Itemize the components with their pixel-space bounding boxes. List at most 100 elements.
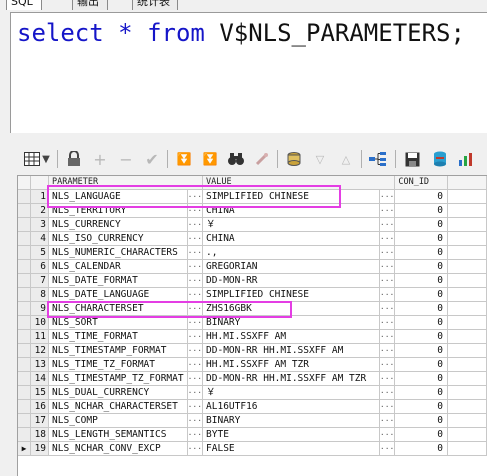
cell-editor-button[interactable]: ···: [187, 357, 204, 372]
cell-parameter[interactable]: NLS_TIMESTAMP_FORMAT: [48, 343, 188, 358]
cell-parameter[interactable]: NLS_CURRENCY: [48, 217, 188, 232]
table-row[interactable]: 12 NLS_TIMESTAMP_FORMAT ··· DD-MON-RR HH.MI…: [18, 343, 487, 358]
cell-editor-button[interactable]: ···: [187, 343, 204, 358]
tree-view-icon[interactable]: [369, 150, 387, 168]
row-indicator[interactable]: [18, 413, 32, 428]
cell-value[interactable]: FALSE: [202, 441, 380, 456]
cell-con-id[interactable]: 0: [394, 357, 449, 372]
row-indicator[interactable]: [18, 259, 32, 274]
table-row[interactable]: 11 NLS_TIME_FORMAT ··· HH.MI.SSXFF AM ··· 0: [18, 329, 487, 344]
cell-con-id[interactable]: 0: [394, 231, 449, 246]
cell-value[interactable]: CHINA: [202, 231, 380, 246]
table-row[interactable]: 16 NLS_NCHAR_CHARACTERSET ··· AL16UTF16 ··· 0: [18, 399, 487, 414]
cell-con-id[interactable]: 0: [394, 287, 449, 302]
cell-parameter[interactable]: NLS_DATE_FORMAT: [48, 273, 188, 288]
cell-editor-button[interactable]: ···: [187, 273, 204, 288]
cell-editor-button[interactable]: ···: [187, 231, 204, 246]
cell-editor-button[interactable]: ···: [379, 217, 396, 232]
delete-record-icon[interactable]: −: [117, 150, 135, 169]
query-by-example-icon[interactable]: [285, 150, 303, 168]
cell-con-id[interactable]: 0: [394, 203, 449, 218]
cell-editor-button[interactable]: ···: [379, 189, 396, 204]
lock-icon[interactable]: [65, 150, 83, 168]
cell-parameter[interactable]: NLS_LENGTH_SEMANTICS: [48, 427, 188, 442]
cell-con-id[interactable]: 0: [394, 273, 449, 288]
row-indicator[interactable]: [18, 315, 32, 330]
result-grid[interactable]: PARAMETER VALUE CON_ID 1 NLS_LANGUAGE ··· S…: [17, 175, 487, 476]
cell-parameter[interactable]: NLS_SORT: [48, 315, 188, 330]
cell-editor-button[interactable]: ···: [379, 371, 396, 386]
cell-editor-button[interactable]: ···: [187, 399, 204, 414]
cell-editor-button[interactable]: ···: [187, 441, 204, 456]
cell-con-id[interactable]: 0: [394, 329, 449, 344]
table-row[interactable]: 4 NLS_ISO_CURRENCY ··· CHINA ··· 0: [18, 231, 487, 246]
cell-editor-button[interactable]: ···: [187, 413, 204, 428]
cell-editor-button[interactable]: ···: [379, 287, 396, 302]
row-indicator[interactable]: [18, 301, 32, 316]
cell-editor-button[interactable]: ···: [379, 343, 396, 358]
cell-editor-button[interactable]: ···: [379, 427, 396, 442]
cell-parameter[interactable]: NLS_DATE_LANGUAGE: [48, 287, 188, 302]
cell-value[interactable]: .,: [202, 245, 380, 260]
current-row-indicator-icon[interactable]: ▶: [18, 441, 32, 456]
cell-editor-button[interactable]: ···: [187, 329, 204, 344]
cell-parameter[interactable]: NLS_TERRITORY: [48, 203, 188, 218]
cell-con-id[interactable]: 0: [394, 399, 449, 414]
cell-parameter[interactable]: NLS_COMP: [48, 413, 188, 428]
cell-value[interactable]: GREGORIAN: [202, 259, 380, 274]
cell-editor-button[interactable]: ···: [379, 259, 396, 274]
table-row[interactable]: 2 NLS_TERRITORY ··· CHINA ··· 0: [18, 203, 487, 218]
table-row[interactable]: 1 NLS_LANGUAGE ··· SIMPLIFIED CHINESE ··· 0: [18, 189, 487, 204]
cell-con-id[interactable]: 0: [394, 427, 449, 442]
cell-parameter[interactable]: NLS_DUAL_CURRENCY: [48, 385, 188, 400]
table-row[interactable]: 3 NLS_CURRENCY ··· ￥ ··· 0: [18, 217, 487, 232]
tab-output[interactable]: 输出: [72, 0, 108, 10]
cell-editor-button[interactable]: ···: [187, 203, 204, 218]
table-row[interactable]: 8 NLS_DATE_LANGUAGE ··· SIMPLIFIED CHINESE ·…: [18, 287, 487, 302]
cell-editor-button[interactable]: ···: [187, 189, 204, 204]
cell-value[interactable]: SIMPLIFIED CHINESE: [202, 189, 380, 204]
first-record-icon[interactable]: ⏬: [175, 150, 193, 168]
cell-con-id[interactable]: 0: [394, 371, 449, 386]
next-icon[interactable]: △: [337, 150, 355, 168]
table-row[interactable]: 18 NLS_LENGTH_SEMANTICS ··· BYTE ··· 0: [18, 427, 487, 442]
cell-editor-button[interactable]: ···: [379, 413, 396, 428]
cell-editor-button[interactable]: ···: [187, 427, 204, 442]
table-row[interactable]: 6 NLS_CALENDAR ··· GREGORIAN ··· 0: [18, 259, 487, 274]
row-indicator[interactable]: [18, 427, 32, 442]
row-indicator[interactable]: [18, 273, 32, 288]
sql-editor[interactable]: select * from V$NLS_PARAMETERS;: [10, 12, 487, 133]
cell-editor-button[interactable]: ···: [187, 371, 204, 386]
cell-editor-button[interactable]: ···: [187, 301, 204, 316]
row-indicator[interactable]: [18, 217, 32, 232]
cell-value[interactable]: HH.MI.SSXFF AM: [202, 329, 380, 344]
table-row[interactable]: 9 NLS_CHARACTERSET ··· ZHS16GBK ··· 0: [18, 301, 487, 316]
table-row[interactable]: ▶ 19 NLS_NCHAR_CONV_EXCP ··· FALSE ··· 0: [18, 441, 487, 456]
cell-con-id[interactable]: 0: [394, 217, 449, 232]
cell-con-id[interactable]: 0: [394, 385, 449, 400]
cell-value[interactable]: BINARY: [202, 315, 380, 330]
find-binoculars-icon[interactable]: [227, 150, 245, 168]
cell-con-id[interactable]: 0: [394, 413, 449, 428]
row-indicator[interactable]: [18, 231, 32, 246]
row-indicator[interactable]: [18, 245, 32, 260]
row-indicator[interactable]: [18, 287, 32, 302]
row-indicator[interactable]: [18, 399, 32, 414]
cell-value[interactable]: HH.MI.SSXFF AM TZR: [202, 357, 380, 372]
table-row[interactable]: 7 NLS_DATE_FORMAT ··· DD-MON-RR ··· 0: [18, 273, 487, 288]
cell-value[interactable]: DD-MON-RR: [202, 273, 380, 288]
cell-editor-button[interactable]: ···: [187, 385, 204, 400]
cell-parameter[interactable]: NLS_TIMESTAMP_TZ_FORMAT: [48, 371, 188, 386]
row-indicator[interactable]: [18, 357, 32, 372]
export-icon[interactable]: [431, 150, 449, 168]
cell-editor-button[interactable]: ···: [379, 301, 396, 316]
cell-con-id[interactable]: 0: [394, 245, 449, 260]
cell-editor-button[interactable]: ···: [379, 385, 396, 400]
row-indicator[interactable]: [18, 371, 32, 386]
cell-parameter[interactable]: NLS_NCHAR_CHARACTERSET: [48, 399, 188, 414]
tab-statistics[interactable]: 统计表: [132, 0, 178, 10]
cell-editor-button[interactable]: ···: [187, 315, 204, 330]
row-indicator[interactable]: [18, 343, 32, 358]
tab-sql[interactable]: SQL: [6, 0, 42, 10]
cell-con-id[interactable]: 0: [394, 441, 449, 456]
